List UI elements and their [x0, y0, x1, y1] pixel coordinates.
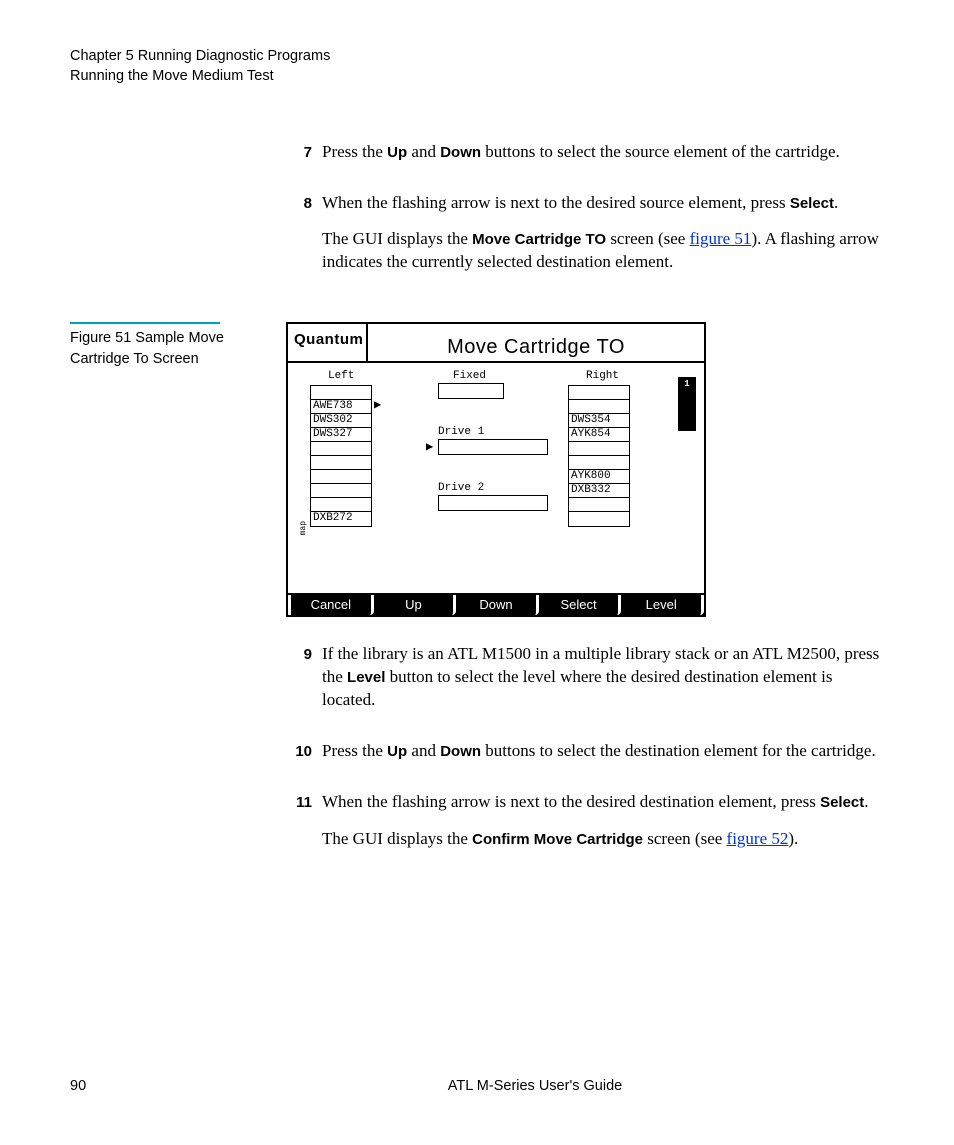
right-column-header: Right — [586, 369, 619, 384]
drive-2-slot — [438, 495, 548, 511]
level-1 — [679, 378, 695, 391]
step-10: 10 Press the Up and Down buttons to sele… — [286, 740, 884, 777]
step-10-text: Press the Up and Down buttons to select … — [322, 740, 876, 763]
fixed-slot — [438, 383, 504, 399]
step-7-text: Press the Up and Down buttons to select … — [322, 141, 840, 164]
gui-button-bar: CancelUpDownSelectLevel — [288, 593, 704, 615]
slot-cell — [569, 442, 629, 456]
slot-cell: AWE738 — [311, 400, 371, 414]
left-slots: AWE738DWS302DWS327 DXB272 — [310, 385, 372, 527]
move-cartridge-to-label: Move Cartridge TO — [472, 231, 606, 248]
step-11-para2: The GUI displays the Confirm Move Cartri… — [322, 828, 869, 851]
slot-cell — [311, 498, 371, 512]
slot-cell: AYK854 — [569, 428, 629, 442]
step-7: 7 Press the Up and Down buttons to selec… — [286, 141, 884, 178]
slot-cell — [569, 386, 629, 400]
drive-2-label: Drive 2 — [438, 481, 484, 496]
step-number: 11 — [286, 791, 312, 865]
chapter-header: Chapter 5 Running Diagnostic Programs Ru… — [70, 46, 884, 87]
level-indicator — [678, 377, 696, 431]
up-button[interactable]: Up — [374, 595, 457, 615]
slot-cell — [311, 442, 371, 456]
level-2 — [679, 391, 695, 404]
brand-label: Quantum — [288, 324, 368, 361]
drive-1-label: Drive 1 — [438, 425, 484, 440]
slot-cell: DWS354 — [569, 414, 629, 428]
header-line-1: Chapter 5 Running Diagnostic Programs — [70, 46, 884, 66]
slot-cell — [311, 386, 371, 400]
figure-51-link[interactable]: figure 51 — [690, 229, 752, 248]
cancel-button[interactable]: Cancel — [288, 595, 374, 615]
step-11-text: When the flashing arrow is next to the d… — [322, 791, 869, 814]
slot-cell — [311, 456, 371, 470]
arrow-icon: ▶ — [426, 441, 433, 453]
up-label: Up — [387, 743, 407, 760]
slot-cell — [569, 456, 629, 470]
slot-cell: DWS302 — [311, 414, 371, 428]
footer-title: ATL M-Series User's Guide — [286, 1077, 884, 1097]
fixed-column-header: Fixed — [453, 369, 486, 384]
step-number: 8 — [286, 192, 312, 289]
step-9-text: If the library is an ATL M1500 in a mult… — [322, 643, 884, 712]
right-slots: DWS354AYK854 AYK800DXB332 — [568, 385, 630, 527]
slot-cell — [569, 498, 629, 512]
level-button[interactable]: Level — [621, 595, 704, 615]
slot-cell: DXB332 — [569, 484, 629, 498]
slot-cell: DXB272 — [311, 512, 371, 526]
slot-cell — [311, 470, 371, 484]
step-number: 10 — [286, 740, 312, 777]
select-label: Select — [820, 794, 864, 811]
select-label: Select — [790, 195, 834, 212]
step-number: 9 — [286, 643, 312, 726]
arrow-icon: ▶ — [374, 399, 381, 411]
level-3 — [679, 404, 695, 417]
step-8-text: When the flashing arrow is next to the d… — [322, 192, 884, 215]
slot-cell — [569, 400, 629, 414]
slot-cell — [569, 512, 629, 526]
slot-cell: AYK800 — [569, 470, 629, 484]
drive-1-slot — [438, 439, 548, 455]
gui-screenshot: Quantum Move Cartridge TO Left Fixed Rig… — [286, 322, 706, 617]
down-label: Down — [440, 144, 481, 161]
level-button-label: Level — [347, 669, 385, 686]
screen-title: Move Cartridge TO — [368, 324, 704, 361]
page-footer: 90 ATL M-Series User's Guide — [70, 1077, 884, 1097]
figure-caption: Figure 51 Sample Move Cartridge To Scree… — [70, 322, 286, 617]
level-4 — [679, 417, 695, 430]
down-label: Down — [440, 743, 481, 760]
figure-52-link[interactable]: figure 52 — [727, 829, 789, 848]
header-line-2: Running the Move Medium Test — [70, 66, 884, 86]
step-8: 8 When the flashing arrow is next to the… — [286, 192, 884, 289]
step-11: 11 When the flashing arrow is next to th… — [286, 791, 884, 865]
select-button[interactable]: Select — [539, 595, 622, 615]
up-label: Up — [387, 144, 407, 161]
slot-cell — [311, 484, 371, 498]
left-column-header: Left — [328, 369, 354, 384]
step-8-para2: The GUI displays the Move Cartridge TO s… — [322, 228, 884, 274]
confirm-move-label: Confirm Move Cartridge — [472, 831, 643, 848]
page-number: 90 — [70, 1077, 286, 1097]
caption-rule — [70, 322, 220, 324]
down-button[interactable]: Down — [456, 595, 539, 615]
step-number: 7 — [286, 141, 312, 178]
step-9: 9 If the library is an ATL M1500 in a mu… — [286, 643, 884, 726]
slot-cell: DWS327 — [311, 428, 371, 442]
map-label: map — [300, 521, 307, 535]
